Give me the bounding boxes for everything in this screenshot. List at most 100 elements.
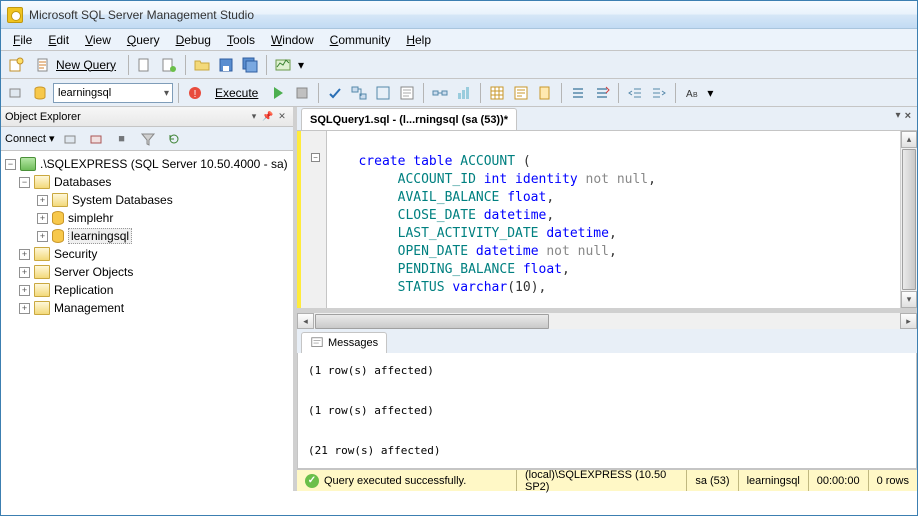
new-project-icon[interactable]: [5, 54, 27, 76]
results-file-icon[interactable]: [534, 82, 556, 104]
fold-icon[interactable]: −: [311, 153, 320, 162]
svg-text:!: !: [194, 89, 197, 100]
editor-tab[interactable]: SQLQuery1.sql - (l...rningsql (sa (53))*: [301, 108, 517, 130]
menu-window[interactable]: Window: [263, 31, 322, 49]
object-explorer-panel: Object Explorer ▾ 📌 ✕ Connect ▾ ■ −.\SQL…: [1, 107, 297, 491]
menu-community[interactable]: Community: [322, 31, 399, 49]
code-pane[interactable]: create table ACCOUNT ( ACCOUNT_ID int id…: [327, 131, 900, 308]
stop-icon[interactable]: [291, 82, 313, 104]
vertical-scrollbar[interactable]: ▴ ▾: [900, 131, 917, 308]
editor-gutter: −: [297, 131, 327, 308]
comment-icon[interactable]: [567, 82, 589, 104]
query-options-icon[interactable]: [372, 82, 394, 104]
replication-label: Replication: [54, 283, 113, 297]
expand-icon[interactable]: +: [19, 303, 30, 314]
connect-icon[interactable]: [59, 128, 81, 150]
parse-icon[interactable]: [324, 82, 346, 104]
system-db-label: System Databases: [72, 193, 173, 207]
editor-tab-label: SQLQuery1.sql - (l...rningsql (sa (53))*: [310, 114, 508, 126]
tree-db-learningsql-node[interactable]: +learningsql: [3, 227, 291, 245]
tab-close-icon[interactable]: ×: [905, 110, 911, 122]
save-all-icon[interactable]: [239, 54, 261, 76]
open-script-icon[interactable]: [158, 54, 180, 76]
specify-values-icon[interactable]: AB: [681, 82, 703, 104]
available-databases-icon[interactable]: [29, 82, 51, 104]
scroll-up-icon[interactable]: ▴: [901, 131, 917, 148]
status-rows: 0 rows: [869, 470, 917, 491]
database-selector[interactable]: learningsql: [53, 83, 173, 103]
database-icon: [52, 229, 64, 243]
tree-server-node[interactable]: −.\SQLEXPRESS (SQL Server 10.50.4000 - s…: [3, 155, 291, 173]
messages-panel: Messages (1 row(s) affected)(1 row(s) af…: [297, 329, 917, 469]
menu-help[interactable]: Help: [398, 31, 439, 49]
close-icon[interactable]: ✕: [275, 110, 289, 124]
scroll-thumb[interactable]: [315, 314, 549, 329]
disconnect-icon[interactable]: [85, 128, 107, 150]
tree-system-db-node[interactable]: + System Databases: [3, 191, 291, 209]
include-plan-icon[interactable]: [429, 82, 451, 104]
tab-dropdown-icon[interactable]: ▾: [896, 110, 901, 122]
tree-server-objects-node[interactable]: +Server Objects: [3, 263, 291, 281]
menu-file[interactable]: File: [5, 31, 40, 49]
collapse-icon[interactable]: −: [5, 159, 16, 170]
refresh-icon[interactable]: [163, 128, 185, 150]
open-file-icon[interactable]: [191, 54, 213, 76]
decrease-indent-icon[interactable]: [624, 82, 646, 104]
tree-management-node[interactable]: +Management: [3, 299, 291, 317]
tree-databases-node[interactable]: −Databases: [3, 173, 291, 191]
estimated-plan-icon[interactable]: [348, 82, 370, 104]
change-connection-icon[interactable]: [5, 82, 27, 104]
menu-edit[interactable]: Edit: [40, 31, 77, 49]
tree-security-node[interactable]: +Security: [3, 245, 291, 263]
open-query-icon[interactable]: [134, 54, 156, 76]
app-icon: [7, 7, 23, 23]
menu-view[interactable]: View: [77, 31, 119, 49]
messages-body[interactable]: (1 row(s) affected)(1 row(s) affected)(2…: [297, 353, 917, 469]
scroll-down-icon[interactable]: ▾: [901, 291, 917, 308]
status-result: ✓ Query executed successfully.: [297, 470, 517, 491]
dropdown-icon[interactable]: ▾: [705, 82, 715, 104]
activity-monitor-icon[interactable]: [272, 54, 294, 76]
database-icon: [52, 211, 64, 225]
expand-icon[interactable]: +: [37, 231, 48, 242]
menu-tools[interactable]: Tools: [219, 31, 263, 49]
horizontal-scrollbar[interactable]: ◂ ▸: [297, 312, 917, 329]
pin-icon[interactable]: 📌: [261, 110, 275, 124]
intellisense-icon[interactable]: [396, 82, 418, 104]
dropdown-icon[interactable]: ▾: [247, 110, 261, 124]
scroll-left-icon[interactable]: ◂: [297, 313, 314, 329]
expand-icon[interactable]: +: [37, 213, 48, 224]
tree-replication-node[interactable]: + Replication: [3, 281, 291, 299]
filter-icon[interactable]: [137, 128, 159, 150]
expand-icon[interactable]: +: [37, 195, 48, 206]
expand-icon[interactable]: +: [19, 267, 30, 278]
menu-query[interactable]: Query: [119, 31, 168, 49]
stop-icon: ■: [111, 128, 133, 150]
save-icon[interactable]: [215, 54, 237, 76]
expand-icon[interactable]: +: [19, 249, 30, 260]
folder-icon: [34, 247, 50, 261]
messages-tabstrip: Messages: [297, 329, 917, 353]
results-grid-icon[interactable]: [486, 82, 508, 104]
scroll-right-icon[interactable]: ▸: [900, 313, 917, 329]
collapse-icon[interactable]: −: [19, 177, 30, 188]
scroll-thumb[interactable]: [902, 149, 916, 290]
connect-button[interactable]: Connect ▾: [5, 132, 55, 145]
include-stats-icon[interactable]: [453, 82, 475, 104]
uncomment-icon[interactable]: [591, 82, 613, 104]
new-query-button[interactable]: New Query: [29, 54, 123, 76]
execute-button[interactable]: Execute: [208, 82, 265, 104]
tree-db-simplehr-node[interactable]: +simplehr: [3, 209, 291, 227]
sql-editor[interactable]: − create table ACCOUNT ( ACCOUNT_ID int …: [297, 131, 917, 312]
object-tree[interactable]: −.\SQLEXPRESS (SQL Server 10.50.4000 - s…: [1, 151, 293, 491]
messages-tab[interactable]: Messages: [301, 332, 387, 353]
object-explorer-title: Object Explorer: [5, 111, 81, 123]
expand-icon[interactable]: +: [19, 285, 30, 296]
menu-debug[interactable]: Debug: [168, 31, 219, 49]
increase-indent-icon[interactable]: [648, 82, 670, 104]
folder-icon: [34, 175, 50, 189]
results-text-icon[interactable]: [510, 82, 532, 104]
execute-warning-icon[interactable]: !: [184, 82, 206, 104]
debug-play-icon[interactable]: [267, 82, 289, 104]
dropdown-icon[interactable]: ▾: [296, 54, 306, 76]
